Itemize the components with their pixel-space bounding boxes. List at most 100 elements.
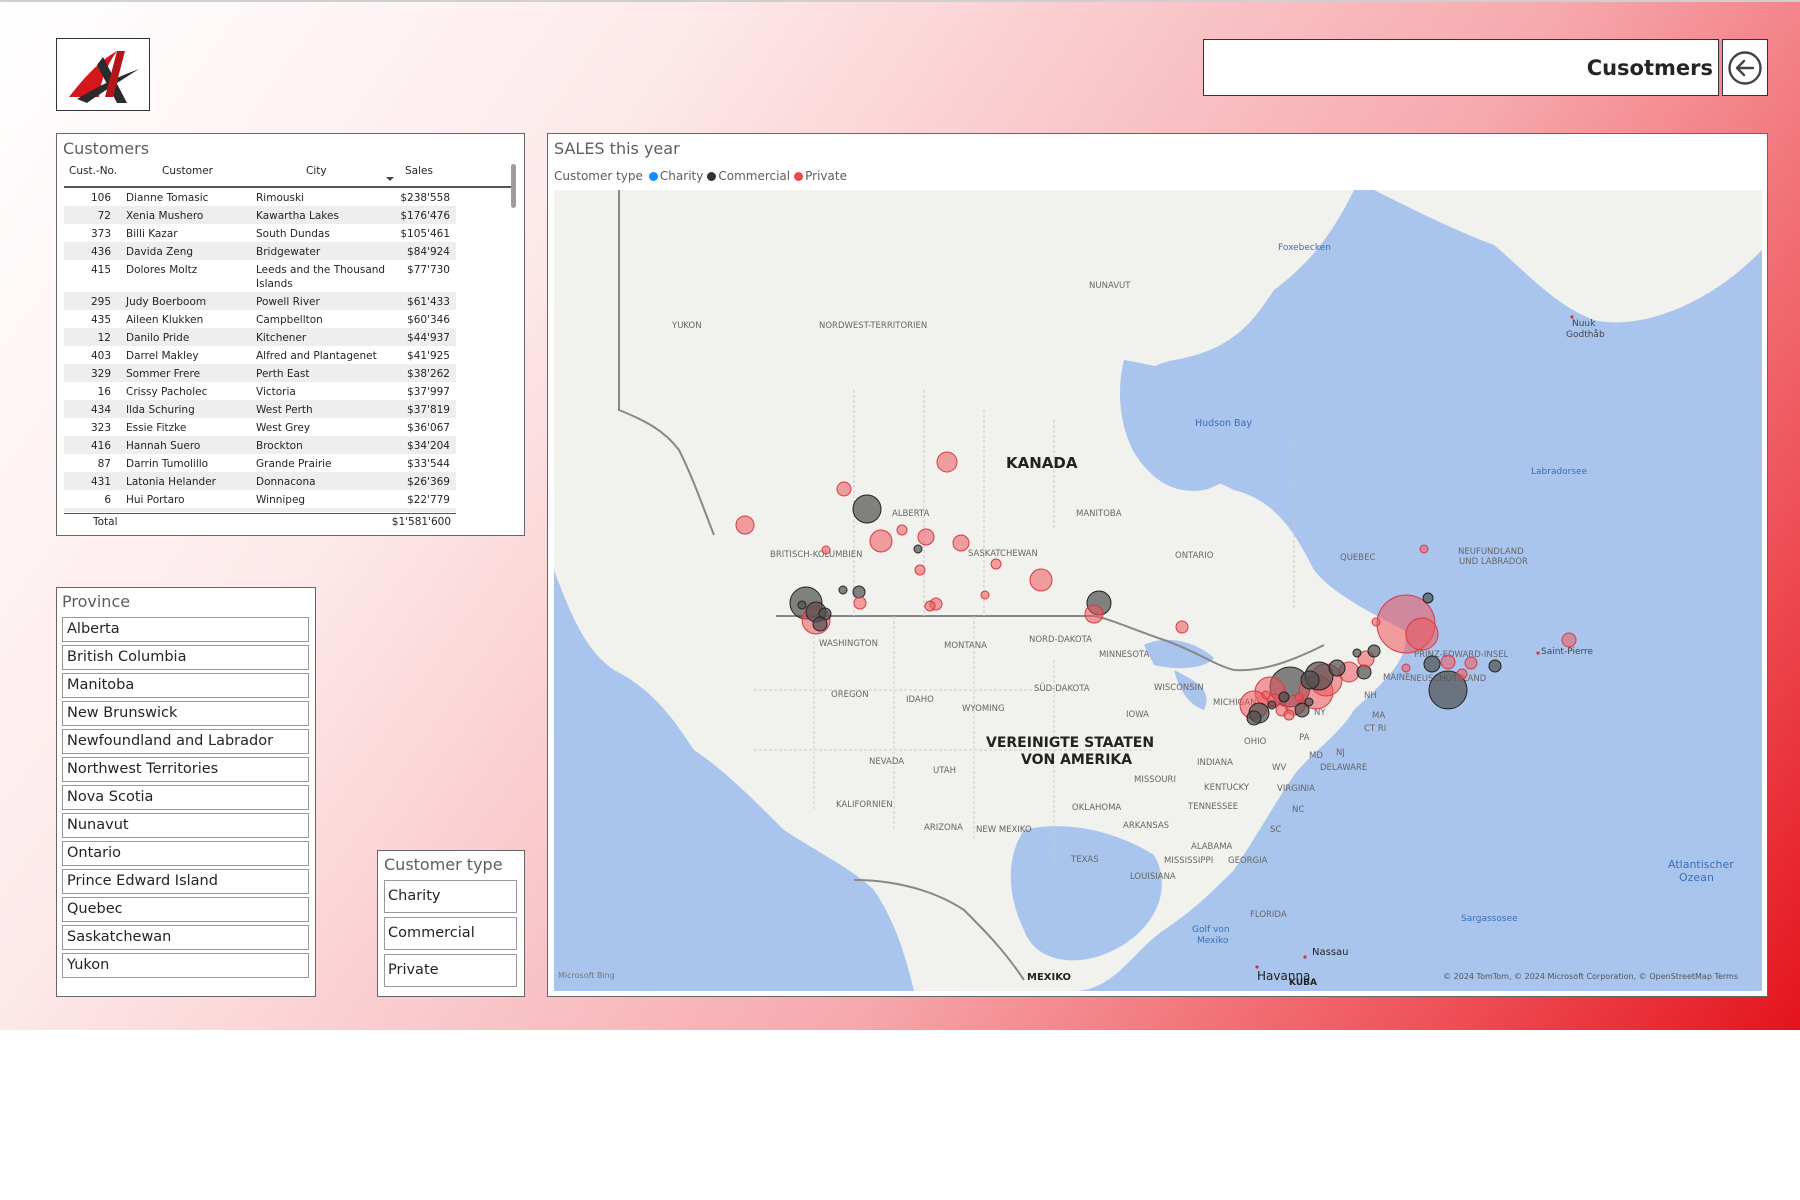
map-label-nd: NORD-DAKOTA [1029,635,1092,645]
table-row[interactable]: 436 Davida Zeng Bridgewater $84'924 [64,242,456,260]
province-item-saskatchewan[interactable]: Saskatchewan [62,925,309,950]
map-bubble-private[interactable] [1294,692,1304,702]
province-item-british-columbia[interactable]: British Columbia [62,645,309,670]
legend-item-private[interactable]: Private [805,169,847,183]
province-item-nova-scotia[interactable]: Nova Scotia [62,785,309,810]
table-row[interactable]: 106 Dianne Tomasic Rimouski $238'558 [64,188,456,206]
map-bubble-private[interactable] [914,564,926,576]
province-item-newfoundland-and-labrador[interactable]: Newfoundland and Labrador [62,729,309,754]
map-attribution[interactable]: © 2024 TomTom, © 2024 Microsoft Corporat… [1443,972,1738,981]
table-row[interactable]: 12 Danilo Pride Kitchener $44'937 [64,328,456,346]
map-bubble-commercial[interactable] [838,585,848,595]
province-item-prince-edward-island[interactable]: Prince Edward Island [62,869,309,894]
legend-item-commercial[interactable]: Commercial [718,169,790,183]
table-row[interactable]: 329 Sommer Frere Perth East $38'262 [64,364,456,382]
map-bubble-private[interactable] [1401,663,1411,673]
map-bubble-commercial[interactable] [1367,644,1381,658]
map-bubble-private[interactable] [1283,709,1295,721]
map-bubble-private[interactable] [1440,654,1456,670]
map-bubble-private[interactable] [1029,568,1053,592]
map-bubble-commercial[interactable] [852,494,882,524]
map-bubble-private[interactable] [735,515,755,535]
province-item-new-brunswick[interactable]: New Brunswick [62,701,309,726]
map-legend: Customer type Charity Commercial Private [554,169,847,183]
map-bubble-private[interactable] [917,528,935,546]
table-row[interactable]: 416 Hannah Suero Brockton $34'204 [64,436,456,454]
map-bubble-commercial[interactable] [797,600,807,610]
map-bubble-private[interactable] [990,558,1002,570]
map-bubble-commercial[interactable] [1352,648,1362,658]
map-bubble-private[interactable] [1175,620,1189,634]
map-bubble-private[interactable] [1371,617,1381,627]
customer-type-item-private[interactable]: Private [384,954,517,987]
province-item-yukon[interactable]: Yukon [62,953,309,978]
map-bubble-private[interactable] [924,600,936,612]
table-row[interactable]: 323 Essie Fitzke West Grey $36'067 [64,418,456,436]
table-row[interactable]: 6 Hui Portaro Winnipeg $22'779 [64,490,456,508]
column-header-sales[interactable]: Sales [405,165,433,177]
province-item-manitoba[interactable]: Manitoba [62,673,309,698]
map-bubble-private[interactable] [1561,632,1577,648]
map-bubble-private[interactable] [853,596,867,610]
table-row[interactable]: 72 Xenia Mushero Kawartha Lakes $176'476 [64,206,456,224]
table-row[interactable]: 295 Judy Boerboom Powell River $61'433 [64,292,456,310]
map-bubble-private[interactable] [1464,656,1478,670]
map-bubble-private[interactable] [836,481,852,497]
map-bubble-private[interactable] [1456,668,1468,680]
map-bubble-commercial[interactable] [1488,659,1502,673]
table-row[interactable]: 373 Billi Kazar South Dundas $105'461 [64,224,456,242]
map-canvas[interactable]: KANADA VEREINIGTE STAATEN VON AMERIKA MEXIK… [554,190,1762,991]
map-bubble-commercial[interactable] [1246,710,1262,726]
map-bubble-private[interactable] [1084,604,1104,624]
customer-type-item-commercial[interactable]: Commercial [384,917,517,950]
table-row[interactable]: 16 Crissy Pacholec Victoria $37'997 [64,382,456,400]
cell-cust-no: 329 [90,368,111,380]
back-button[interactable] [1722,39,1768,96]
scrollbar-thumb[interactable] [511,164,516,208]
map-label-oregon: OREGON [831,690,869,700]
table-row[interactable]: 403 Darrel Makley Alfred and Plantagenet $4… [64,346,456,364]
table-row[interactable]: 431 Latonia Helander Donnacona $26'369 [64,472,456,490]
map-bubble-private[interactable] [952,534,970,552]
map-bubble-commercial[interactable] [1300,670,1320,690]
sort-descending-icon[interactable] [386,176,394,182]
map-bubble-private[interactable] [936,451,958,473]
cell-cust-no: 6 [104,494,111,506]
map-bubble-commercial[interactable] [1304,697,1314,707]
map-bubble-private[interactable] [980,590,990,600]
table-scrollbar[interactable] [509,162,517,512]
table-row[interactable]: 434 Ilda Schuring West Perth $37'819 [64,400,456,418]
table-row[interactable]: 389 Vena Meisel Hinton$20'557 [64,508,456,512]
map-bubble-private[interactable] [1419,544,1429,554]
table-row[interactable]: 87 Darrin Tumolillo Grande Prairie $33'544 [64,454,456,472]
column-header-customer[interactable]: Customer [162,165,213,177]
table-body[interactable]: 106 Dianne Tomasic Rimouski $238'558 72 Xenia… [64,188,456,512]
map-bubble-commercial[interactable] [812,616,828,632]
province-item-ontario[interactable]: Ontario [62,841,309,866]
map-bubble-private[interactable] [1405,617,1439,651]
table-row[interactable]: 415 Dolores Moltz Leeds and the Thousand I… [64,260,456,292]
map-bubble-commercial[interactable] [852,585,866,599]
province-item-quebec[interactable]: Quebec [62,897,309,922]
map-bubble-commercial[interactable] [1423,655,1441,673]
map-bubble-commercial[interactable] [1422,592,1434,604]
map-label-ma: MA [1372,711,1385,721]
map-bubble-private[interactable] [896,524,908,536]
map-bubble-commercial[interactable] [1328,659,1346,677]
customer-type-item-charity[interactable]: Charity [384,880,517,913]
map-bubble-commercial[interactable] [913,544,923,554]
map-label-saint-pierre: Saint-Pierre [1541,647,1594,657]
column-header-city[interactable]: City [306,165,327,177]
map-bubble-commercial[interactable] [1278,691,1290,703]
map-bubble-private[interactable] [1261,690,1271,700]
province-item-northwest-territories[interactable]: Northwest Territories [62,757,309,782]
table-row[interactable]: 435 Aileen Klukken Campbellton $60'346 [64,310,456,328]
map-bubble-private[interactable] [821,545,831,555]
map-label-ontario: ONTARIO [1175,551,1214,561]
column-header-cust-no[interactable]: Cust.-No. [69,165,117,177]
province-item-nunavut[interactable]: Nunavut [62,813,309,838]
map-bubble-commercial[interactable] [1267,700,1277,710]
province-item-alberta[interactable]: Alberta [62,617,309,642]
map-bubble-private[interactable] [869,529,893,553]
legend-item-charity[interactable]: Charity [660,169,703,183]
